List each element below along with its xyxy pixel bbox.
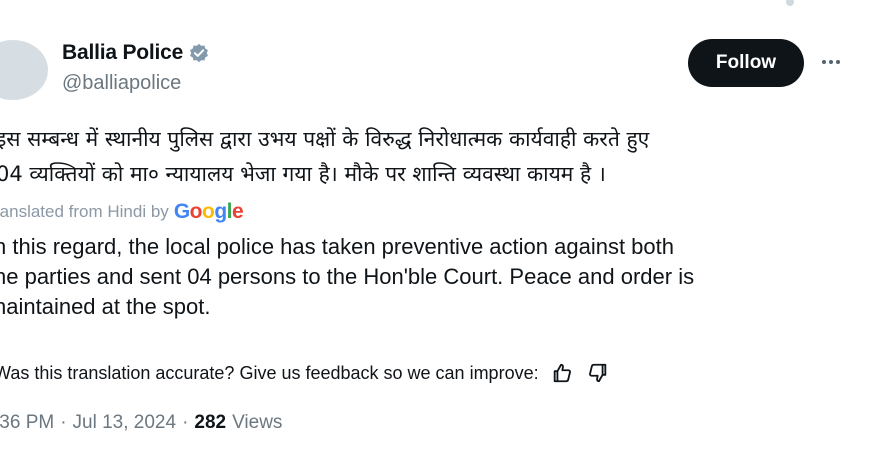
thumbs-up-icon[interactable] (549, 360, 575, 386)
translation-line: naintained at the spot. (0, 294, 211, 319)
avatar[interactable] (0, 40, 48, 100)
tweet-metadata: :36 PM · Jul 13, 2024 · 282 Views (0, 412, 282, 434)
top-edge-fragment (786, 0, 794, 6)
thumbs-down-icon[interactable] (585, 360, 611, 386)
separator: · (182, 412, 189, 433)
google-logo-letter: g (214, 200, 227, 223)
translation-feedback: Was this translation accurate? Give us f… (0, 360, 611, 386)
translation-attribution: ranslated from Hindi by Google (0, 200, 244, 224)
original-line: इस सम्बन्ध में स्थानीय पुलिस द्वारा उभय … (0, 127, 650, 151)
follow-button[interactable]: Follow (688, 39, 804, 87)
author-handle[interactable]: @balliapolice (62, 72, 181, 95)
tweet-time[interactable]: :36 PM (0, 412, 54, 434)
google-logo-letter: o (201, 200, 215, 223)
tweet-date[interactable]: Jul 13, 2024 (73, 412, 177, 434)
google-logo-letter: G (173, 200, 190, 223)
original-line: 04 व्यक्तियों को मा० न्यायालय भेजा गया ह… (0, 162, 606, 186)
tweet-original-text: इस सम्बन्ध में स्थानीय पुलिस द्वारा उभय … (0, 122, 876, 192)
google-logo: Google (173, 200, 244, 224)
more-options-icon[interactable] (816, 48, 846, 76)
feedback-prompt: Was this translation accurate? Give us f… (0, 362, 539, 383)
translated-from-label: ranslated from Hindi by (0, 202, 169, 221)
verified-badge-icon (189, 43, 209, 63)
google-logo-letter: e (231, 200, 244, 223)
author-name-row[interactable]: Ballia Police (62, 41, 209, 65)
translation-line: n this regard, the local police has take… (0, 234, 674, 259)
tweet-translation-text: n this regard, the local police has take… (0, 232, 874, 322)
top-edge (0, 0, 883, 6)
views-label: Views (232, 412, 283, 433)
views-count: 282 (194, 412, 227, 433)
google-logo-letter: o (189, 200, 203, 223)
translation-line: he parties and sent 04 persons to the Ho… (0, 264, 695, 289)
separator: · (60, 412, 67, 433)
author-name[interactable]: Ballia Police (62, 41, 183, 65)
